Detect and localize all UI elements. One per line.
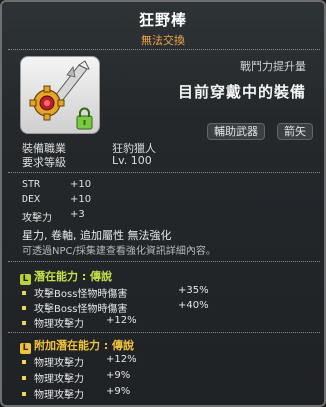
divider [8, 332, 320, 333]
item-icon-frame [20, 56, 100, 134]
equip-status: 目前穿戴中的裝備 [177, 83, 306, 101]
required-level: 要求等級 Lv. 100 [22, 154, 152, 169]
legendary-grade-icon: L [20, 343, 31, 354]
divider [8, 172, 320, 173]
lock-icon [76, 107, 93, 130]
stat-dex: DEX +10 [22, 194, 92, 205]
divider [8, 261, 320, 262]
bullet-icon [22, 321, 26, 325]
potential-line: 攻擊Boss怪物時傷害 +40% [22, 300, 209, 315]
additional-potential-line: 物理攻擊力 +9% [22, 370, 130, 385]
bullet-icon [22, 306, 26, 310]
item-image [29, 60, 93, 130]
bullet-icon [22, 360, 26, 364]
additional-potential-line: 物理攻擊力 +9% [22, 386, 130, 401]
additional-potential-header: L 附加潛在能力 : 傳說 [20, 337, 134, 354]
stat-attack: 攻擊力 +3 [22, 209, 85, 224]
item-tooltip: 狂野棒 無法交換 戰鬥力提升量 目前穿戴中的裝備 輔助武器 箭矢 裝備職業 狂豹… [0, 0, 326, 407]
combat-power-increase-label: 戰鬥力提升量 [240, 60, 306, 73]
bullet-icon [22, 291, 26, 295]
potential-line: 物理攻擊力 +12% [22, 315, 137, 330]
tag-secondary-weapon: 輔助武器 [207, 123, 265, 140]
enhance-types: 星力, 卷軸, 追加屬性 無法強化 [22, 229, 172, 242]
additional-potential-line: 物理攻擊力 +12% [22, 354, 137, 369]
tag-arrow: 箭矢 [277, 123, 313, 140]
bullet-icon [22, 392, 26, 396]
enhance-hint: 可透過NPC/採集建查看強化資訊詳細內容。 [22, 246, 216, 257]
trade-status: 無法交換 [141, 34, 185, 47]
potential-header: L 潛在能力 : 傳說 [20, 268, 112, 285]
stat-str: STR +10 [22, 179, 92, 190]
item-name: 狂野棒 [138, 11, 187, 29]
potential-line: 攻擊Boss怪物時傷害 +35% [22, 285, 209, 300]
bullet-icon [22, 376, 26, 380]
legendary-grade-icon: L [20, 274, 31, 285]
divider [8, 49, 320, 50]
